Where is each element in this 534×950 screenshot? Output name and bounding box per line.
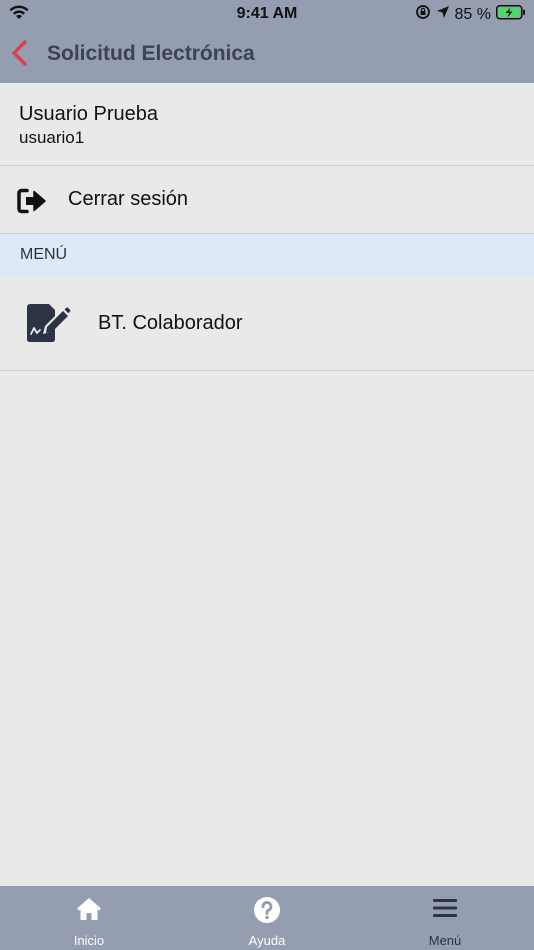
status-right-group: 85 % bbox=[415, 4, 526, 25]
tab-label-inicio: Inicio bbox=[73, 933, 105, 948]
user-info: Usuario Prueba usuario1 bbox=[0, 83, 534, 166]
logout-button[interactable]: Cerrar sesión bbox=[0, 166, 534, 234]
user-name: Usuario Prueba bbox=[19, 103, 158, 125]
menu-header-label: MENÚ bbox=[20, 246, 68, 263]
tab-ayuda[interactable]: Ayuda bbox=[207, 886, 327, 950]
page-title: Solicitud Electrónica bbox=[47, 42, 255, 65]
logout-label: Cerrar sesión bbox=[68, 188, 189, 210]
orientation-lock-icon bbox=[415, 4, 431, 25]
tab-inicio[interactable]: Inicio bbox=[29, 886, 149, 950]
user-id: usuario1 bbox=[19, 128, 85, 147]
menu-item-bt-colaborador[interactable]: BT. Colaborador bbox=[0, 276, 534, 371]
battery-percentage: 85 % bbox=[454, 5, 491, 23]
location-icon bbox=[436, 5, 450, 24]
menu-section-header: MENÚ bbox=[0, 234, 534, 276]
status-bar: 9:41 AM 85 % bbox=[0, 0, 534, 28]
tab-label-menu: Menú bbox=[428, 933, 462, 948]
battery-charging-icon bbox=[496, 4, 526, 25]
hamburger-menu-icon bbox=[385, 896, 505, 920]
chevron-left-icon bbox=[10, 39, 28, 72]
back-button[interactable] bbox=[10, 39, 32, 72]
document-signature-icon bbox=[25, 303, 71, 348]
question-circle-icon bbox=[207, 896, 327, 924]
tab-bar: Inicio Ayuda Menú bbox=[0, 886, 534, 950]
tab-menu[interactable]: Menú bbox=[385, 886, 505, 950]
navigation-bar: Solicitud Electrónica bbox=[0, 30, 534, 80]
top-bar: 9:41 AM 85 % Solicitud Electrónica bbox=[0, 0, 534, 83]
home-icon bbox=[29, 896, 149, 922]
sign-out-icon bbox=[17, 188, 47, 219]
menu-item-label: BT. Colaborador bbox=[98, 312, 243, 334]
tab-label-ayuda: Ayuda bbox=[248, 933, 286, 948]
